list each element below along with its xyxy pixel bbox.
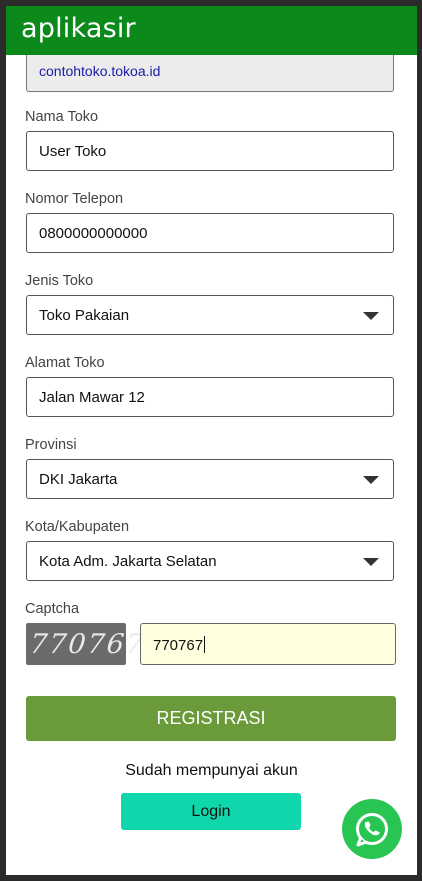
captcha-image-text: 770767 — [28, 629, 147, 660]
chevron-down-icon — [363, 558, 379, 566]
phone-label: Nomor Telepon — [25, 191, 124, 207]
register-button[interactable]: REGISTRASI — [26, 696, 396, 741]
app-header: aplikasir — [6, 6, 417, 55]
address-label: Alamat Toko — [25, 355, 105, 371]
phone-value: 0800000000000 — [39, 225, 148, 242]
store-url-field: contohtoko.tokoa.id — [26, 55, 394, 92]
chevron-down-icon — [363, 476, 379, 484]
store-type-label: Jenis Toko — [25, 273, 94, 289]
province-select[interactable]: DKI Jakarta — [26, 459, 394, 499]
province-value: DKI Jakarta — [39, 471, 118, 488]
have-account-text: Sudah mempunyai akun — [125, 762, 298, 779]
whatsapp-button[interactable] — [342, 799, 402, 859]
captcha-image: 770767 — [26, 623, 147, 665]
address-value: Jalan Mawar 12 — [39, 389, 145, 406]
captcha-typed-text: 770767 — [153, 637, 204, 654]
city-value: Kota Adm. Jakarta Selatan — [39, 553, 217, 570]
store-name-value: User Toko — [39, 143, 107, 160]
app-logo: aplikasir — [21, 13, 136, 44]
whatsapp-icon — [356, 813, 388, 847]
city-select[interactable]: Kota Adm. Jakarta Selatan — [26, 541, 394, 581]
phone-input[interactable]: 0800000000000 — [26, 213, 394, 253]
city-label: Kota/Kabupaten — [25, 519, 130, 535]
captcha-value: 770767 — [153, 636, 206, 654]
login-button[interactable]: Login — [121, 793, 301, 830]
captcha-input[interactable]: 770767 — [140, 623, 396, 665]
store-type-select[interactable]: Toko Pakaian — [26, 295, 394, 335]
store-name-label: Nama Toko — [25, 109, 99, 125]
chevron-down-icon — [363, 312, 379, 320]
store-url-value: contohtoko.tokoa.id — [39, 63, 161, 79]
text-cursor — [204, 636, 206, 653]
captcha-label: Captcha — [25, 601, 80, 617]
province-label: Provinsi — [25, 437, 77, 453]
address-input[interactable]: Jalan Mawar 12 — [26, 377, 394, 417]
registration-screen: aplikasir contohtoko.tokoa.id Nama Toko … — [6, 6, 417, 875]
store-name-input[interactable]: User Toko — [26, 131, 394, 171]
store-type-value: Toko Pakaian — [39, 307, 130, 324]
